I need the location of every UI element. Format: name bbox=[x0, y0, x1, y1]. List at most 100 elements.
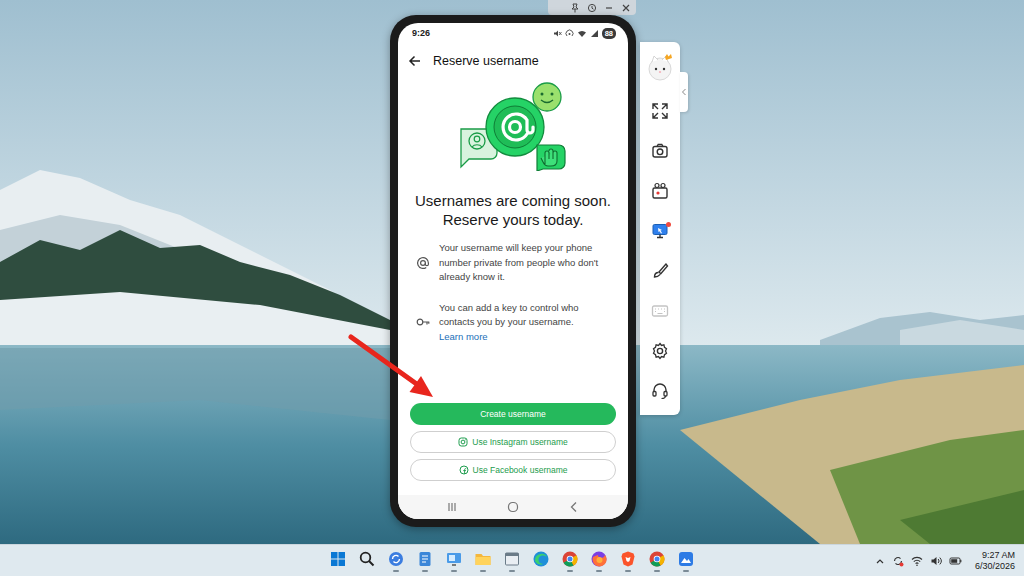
taskbar-app[interactable] bbox=[645, 546, 669, 576]
feature-icon-box bbox=[416, 256, 430, 270]
toolbar-collapse-tab[interactable] bbox=[680, 72, 688, 112]
hero-title: Usernames are coming soon.Reserve yours … bbox=[398, 191, 628, 229]
window-app-icon bbox=[503, 550, 521, 568]
feature-list: Your username will keep your phone numbe… bbox=[398, 241, 628, 344]
clock-time: 9:27 AM bbox=[982, 550, 1015, 561]
instagram-username-button[interactable]: Use Instagram username bbox=[410, 431, 616, 453]
signal-icon bbox=[590, 29, 599, 38]
feature-text: You can add a key to control who contact… bbox=[439, 302, 579, 328]
taskbar-app[interactable] bbox=[616, 546, 640, 576]
sync-app-icon bbox=[387, 550, 405, 568]
running-indicator bbox=[654, 570, 660, 572]
toolbar-button[interactable] bbox=[640, 331, 680, 371]
taskbar: 9:27 AM6/30/2026 bbox=[0, 544, 1024, 576]
pin-icon[interactable] bbox=[570, 3, 580, 13]
hero-title-line: Reserve yours today. bbox=[398, 210, 628, 229]
history-icon[interactable] bbox=[587, 3, 597, 13]
avatar[interactable] bbox=[645, 42, 675, 91]
side-toolbar bbox=[640, 42, 680, 415]
cat-avatar-icon bbox=[645, 52, 675, 82]
support-headset-icon bbox=[651, 382, 669, 400]
create-username-button[interactable]: Create username bbox=[410, 403, 616, 425]
learn-more-link[interactable]: Learn more bbox=[439, 330, 616, 345]
toolbar-button bbox=[640, 291, 680, 331]
clock-date: 6/30/2026 bbox=[975, 561, 1015, 572]
username-illustration-icon bbox=[457, 79, 569, 171]
taskbar-app[interactable] bbox=[413, 546, 437, 576]
clock[interactable]: 9:27 AM6/30/2026 bbox=[975, 550, 1015, 572]
hero bbox=[398, 79, 628, 171]
feature-text: Your username will keep your phone numbe… bbox=[439, 242, 598, 282]
taskbar-apps bbox=[326, 546, 698, 576]
button-group: Create username Use Instagram username Use… bbox=[398, 403, 628, 481]
facebook-username-button[interactable]: Use Facebook username bbox=[410, 459, 616, 481]
toolbar-button[interactable] bbox=[640, 131, 680, 171]
hotspot-icon bbox=[565, 29, 574, 38]
notification-dot bbox=[666, 342, 671, 347]
running-indicator bbox=[364, 570, 370, 572]
back-icon[interactable] bbox=[568, 501, 580, 513]
toolbar-button[interactable] bbox=[640, 371, 680, 411]
sync-tray-icon[interactable] bbox=[892, 555, 904, 567]
recents-icon[interactable] bbox=[446, 501, 458, 513]
toolbar-button[interactable] bbox=[640, 211, 680, 251]
control-panel-icon bbox=[445, 550, 463, 568]
volume-icon[interactable] bbox=[930, 555, 942, 567]
windows-start-icon bbox=[329, 550, 347, 568]
taskbar-app[interactable] bbox=[384, 546, 408, 576]
mirror-app-icon bbox=[677, 550, 695, 568]
running-indicator bbox=[509, 570, 515, 572]
instagram-icon bbox=[458, 437, 468, 447]
battery-icon[interactable] bbox=[949, 555, 962, 567]
fullscreen-icon bbox=[651, 102, 669, 120]
notification-dot bbox=[666, 222, 671, 227]
collapse-chevron-icon bbox=[681, 88, 687, 96]
running-indicator bbox=[393, 570, 399, 572]
close-icon[interactable] bbox=[621, 3, 631, 13]
chrome-browser-icon bbox=[561, 550, 579, 568]
taskbar-app[interactable] bbox=[471, 546, 495, 576]
taskbar-app[interactable] bbox=[326, 546, 350, 576]
back-arrow-icon[interactable] bbox=[408, 54, 422, 68]
taskbar-app[interactable] bbox=[529, 546, 553, 576]
navigation-bar bbox=[398, 495, 628, 519]
button-label: Create username bbox=[480, 409, 546, 419]
firefox-browser-icon bbox=[590, 550, 608, 568]
battery-level: 88 bbox=[602, 28, 616, 39]
running-indicator bbox=[480, 570, 486, 572]
feature-item: You can add a key to control who contact… bbox=[398, 301, 628, 345]
running-indicator bbox=[567, 570, 573, 572]
toolbar-button[interactable] bbox=[640, 91, 680, 131]
desktop: 9:2688Reserve username Usernames are comi… bbox=[0, 0, 1024, 544]
status-icons: 88 bbox=[553, 28, 616, 39]
home-icon[interactable] bbox=[507, 501, 519, 513]
running-indicator bbox=[335, 570, 341, 572]
notification-dot bbox=[666, 302, 671, 307]
phone-mirror-window: 9:2688Reserve username Usernames are comi… bbox=[390, 15, 636, 527]
taskbar-app[interactable] bbox=[674, 546, 698, 576]
notification-dot bbox=[666, 102, 671, 107]
wifi-icon bbox=[577, 29, 587, 38]
taskbar-app[interactable] bbox=[500, 546, 524, 576]
edge-browser-icon bbox=[532, 550, 550, 568]
minimize-icon[interactable] bbox=[604, 3, 614, 13]
feature-text-block: You can add a key to control who contact… bbox=[439, 301, 616, 345]
key-icon bbox=[416, 315, 430, 329]
status-bar: 9:2688 bbox=[398, 23, 628, 43]
notification-dot bbox=[666, 382, 671, 387]
notepad-icon bbox=[416, 550, 434, 568]
toolbar-button[interactable] bbox=[640, 171, 680, 211]
button-label: Use Instagram username bbox=[472, 437, 567, 447]
tray-chevron-icon[interactable] bbox=[875, 556, 885, 566]
network-icon[interactable] bbox=[911, 555, 923, 567]
at-sign-icon bbox=[416, 256, 430, 270]
button-label: Use Facebook username bbox=[473, 465, 568, 475]
taskbar-app[interactable] bbox=[442, 546, 466, 576]
screenshot-icon bbox=[651, 142, 669, 160]
taskbar-app[interactable] bbox=[587, 546, 611, 576]
app-header: Reserve username bbox=[398, 43, 628, 79]
feature-icon-box bbox=[416, 315, 430, 329]
taskbar-app[interactable] bbox=[355, 546, 379, 576]
taskbar-app[interactable] bbox=[558, 546, 582, 576]
toolbar-button[interactable] bbox=[640, 251, 680, 291]
